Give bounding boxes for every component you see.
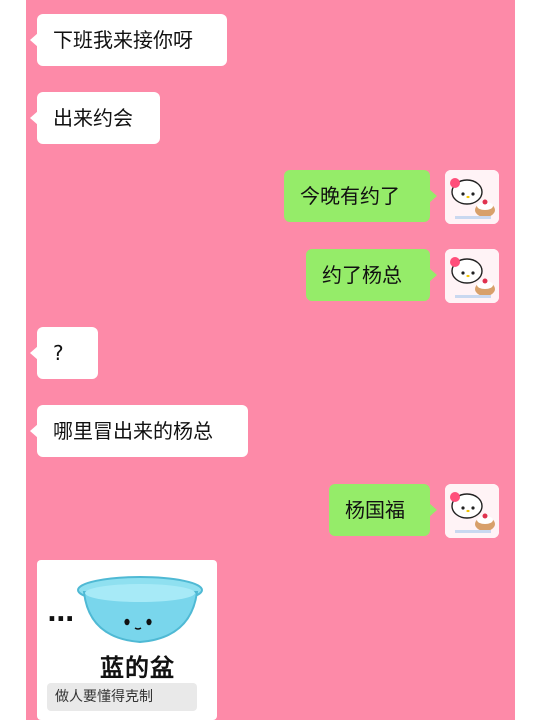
message-text: 今晚有约了 — [300, 184, 400, 208]
message-text: 杨国福 — [345, 498, 405, 522]
outgoing-message[interactable]: 杨国福 — [329, 484, 437, 536]
hello-kitty-icon — [445, 170, 499, 224]
sticker-title: 蓝的盆 — [100, 654, 175, 682]
incoming-message[interactable]: ? — [30, 327, 98, 379]
message-text: 约了杨总 — [322, 263, 402, 287]
message-text: 哪里冒出来的杨总 — [53, 419, 213, 443]
hello-kitty-avatar[interactable] — [445, 170, 499, 224]
sticker-caption: 做人要懂得克制 — [47, 683, 197, 711]
incoming-message[interactable]: 哪里冒出来的杨总 — [30, 405, 248, 457]
hello-kitty-icon — [445, 249, 499, 303]
hello-kitty-avatar[interactable] — [445, 249, 499, 303]
message-text: ? — [53, 341, 64, 365]
message-text: 下班我来接你呀 — [53, 28, 193, 52]
outgoing-message[interactable]: 约了杨总 — [306, 249, 437, 301]
incoming-message[interactable]: 出来约会 — [30, 92, 160, 144]
incoming-message[interactable]: 下班我来接你呀 — [30, 14, 227, 66]
hello-kitty-icon — [445, 484, 499, 538]
outgoing-message[interactable]: 今晚有约了 — [284, 170, 437, 222]
sticker-dots: ... — [47, 598, 75, 628]
message-text: 出来约会 — [53, 106, 133, 130]
hello-kitty-avatar[interactable] — [445, 484, 499, 538]
